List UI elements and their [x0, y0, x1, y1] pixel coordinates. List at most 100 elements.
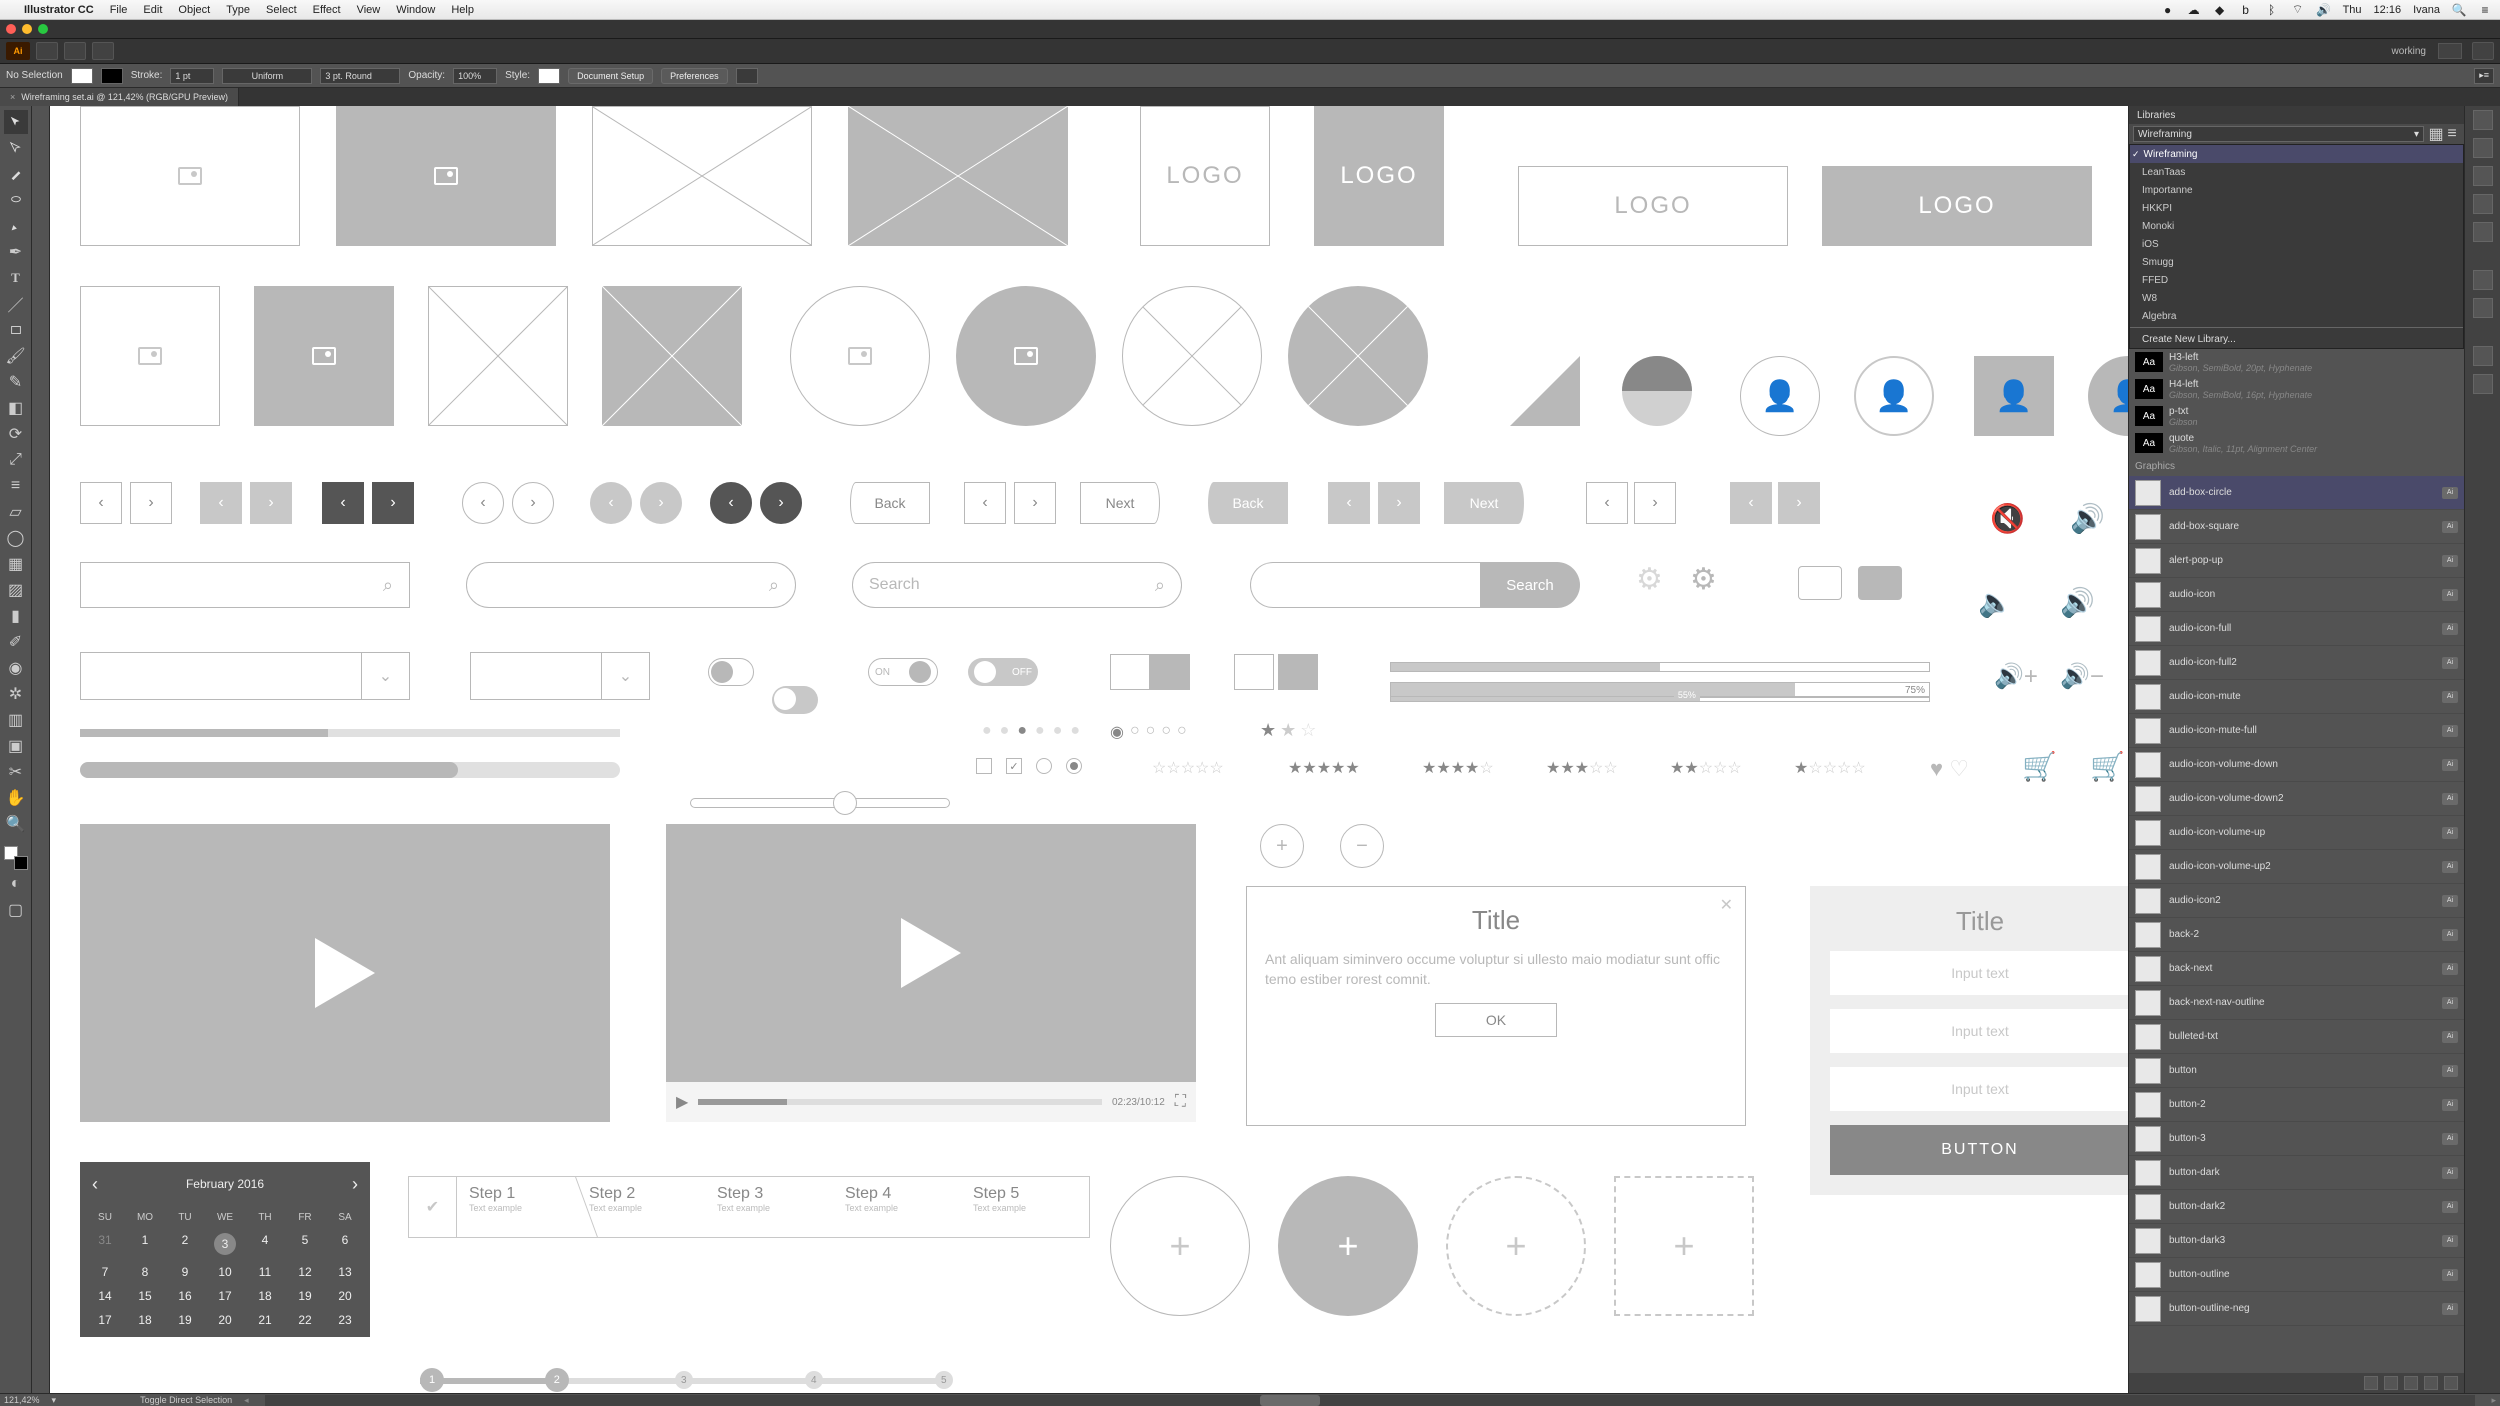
bridge-button[interactable] [36, 42, 58, 60]
zoom-tool[interactable]: 🔍 [4, 812, 28, 836]
pen-tool[interactable] [4, 214, 28, 238]
gpu-preview-button[interactable] [92, 42, 114, 60]
graphic-row[interactable]: button-dark2Ai [2129, 1190, 2464, 1224]
library-option[interactable]: Monoki [2130, 217, 2463, 235]
library-option[interactable]: Importanne [2130, 181, 2463, 199]
status-time[interactable]: 12:16 [2374, 4, 2402, 16]
column-graph-tool[interactable]: ▥ [4, 708, 28, 732]
menu-select[interactable]: Select [266, 4, 297, 16]
close-window-button[interactable] [6, 24, 16, 34]
spotlight-icon[interactable]: 🔍 [2452, 3, 2466, 17]
rail-layers-button[interactable] [2473, 346, 2493, 366]
lib-add-button[interactable] [2424, 1376, 2438, 1390]
status-volume-icon[interactable]: 🔊 [2317, 3, 2331, 17]
status-cloud-icon[interactable]: ☁ [2187, 3, 2201, 17]
libraries-tab[interactable]: Libraries [2129, 106, 2464, 124]
gradient-tool[interactable]: ▮ [4, 604, 28, 628]
graphic-row[interactable]: audio-icon-muteAi [2129, 680, 2464, 714]
line-tool[interactable]: ／ [4, 292, 28, 316]
shape-builder-tool[interactable]: ◯ [4, 526, 28, 550]
preferences-button[interactable]: Preferences [661, 68, 728, 84]
graphic-row[interactable]: buttonAi [2129, 1054, 2464, 1088]
list-view-button[interactable]: ≡ [2444, 126, 2460, 142]
minimize-window-button[interactable] [22, 24, 32, 34]
grid-view-button[interactable]: ▦ [2428, 126, 2444, 142]
stroke-weight-field[interactable]: 1 pt [170, 68, 214, 84]
graphic-row[interactable]: button-3Ai [2129, 1122, 2464, 1156]
lib-delete-button[interactable] [2444, 1376, 2458, 1390]
stroke-color-swatch[interactable] [14, 856, 28, 870]
fill-swatch[interactable] [71, 68, 93, 84]
opacity-field[interactable]: 100% [453, 68, 497, 84]
brush-select[interactable]: 3 pt. Round [320, 68, 400, 84]
graphic-style-swatch[interactable] [538, 68, 560, 84]
eraser-tool[interactable]: ◧ [4, 396, 28, 420]
library-option[interactable]: HKKPI [2130, 199, 2463, 217]
align-to-select[interactable] [736, 68, 758, 84]
graphic-row[interactable]: back-next-nav-outlineAi [2129, 986, 2464, 1020]
graphic-row[interactable]: audio-icon-mute-fullAi [2129, 714, 2464, 748]
blend-tool[interactable]: ◉ [4, 656, 28, 680]
status-day[interactable]: Thu [2343, 4, 2362, 16]
graphic-row[interactable]: add-box-squareAi [2129, 510, 2464, 544]
stroke-swatch[interactable] [101, 68, 123, 84]
graphic-row[interactable]: alert-pop-upAi [2129, 544, 2464, 578]
graphic-row[interactable]: audio-icon-volume-up2Ai [2129, 850, 2464, 884]
menu-type[interactable]: Type [226, 4, 250, 16]
fullscreen-window-button[interactable] [38, 24, 48, 34]
search-toolbar-button[interactable] [2472, 42, 2494, 60]
rail-artboards-button[interactable] [2473, 374, 2493, 394]
char-style-row[interactable]: Aap-txtGibson [2129, 403, 2464, 430]
status-evernote-icon[interactable]: ● [2161, 3, 2175, 17]
graphic-row[interactable]: audio-icon-full2Ai [2129, 646, 2464, 680]
stroke-profile-select[interactable]: Uniform [222, 68, 312, 84]
graphic-row[interactable]: audio-icon-fullAi [2129, 612, 2464, 646]
screen-mode-button[interactable]: ▢ [4, 898, 28, 922]
library-option[interactable]: Wireframing [2130, 145, 2463, 163]
control-bar-menu-button[interactable]: ▸≡ [2474, 68, 2494, 84]
rail-stroke-button[interactable] [2473, 166, 2493, 186]
document-tab[interactable]: × Wireframing set.ai @ 121,42% (RGB/GPU … [0, 88, 239, 106]
library-selector[interactable]: Wireframing▾ [2133, 126, 2424, 142]
graphic-row[interactable]: add-box-circleAi [2129, 476, 2464, 510]
lib-foot-btn-3[interactable] [2404, 1376, 2418, 1390]
library-option[interactable]: LeanTaas [2130, 163, 2463, 181]
graphic-row[interactable]: button-darkAi [2129, 1156, 2464, 1190]
graphic-row[interactable]: audio-icon-volume-upAi [2129, 816, 2464, 850]
menu-window[interactable]: Window [396, 4, 435, 16]
char-style-row[interactable]: AaquoteGibson, Italic, 11pt, Alignment C… [2129, 430, 2464, 457]
workspace-menu-button[interactable] [2438, 43, 2462, 59]
library-option[interactable]: FFED [2130, 271, 2463, 289]
rail-color-button[interactable] [2473, 110, 2493, 130]
symbol-sprayer-tool[interactable]: ✲ [4, 682, 28, 706]
document-setup-button[interactable]: Document Setup [568, 68, 653, 84]
rail-graphic-styles-button[interactable] [2473, 298, 2493, 318]
slice-tool[interactable]: ✂ [4, 760, 28, 784]
mesh-tool[interactable]: ▨ [4, 578, 28, 602]
artboard-tool[interactable]: ▣ [4, 734, 28, 758]
graphic-row[interactable]: audio-icon-volume-downAi [2129, 748, 2464, 782]
workspace-switcher[interactable]: working [2392, 46, 2432, 57]
hand-tool[interactable]: ✋ [4, 786, 28, 810]
menu-view[interactable]: View [357, 4, 381, 16]
draw-mode-button[interactable]: ◐ [4, 872, 28, 896]
close-tab-icon[interactable]: × [10, 92, 15, 102]
arrange-docs-button[interactable] [64, 42, 86, 60]
menu-file[interactable]: File [110, 4, 128, 16]
graphic-row[interactable]: audio-iconAi [2129, 578, 2464, 612]
library-option[interactable]: Algebra [2130, 307, 2463, 325]
graphic-row[interactable]: back-nextAi [2129, 952, 2464, 986]
graphic-row[interactable]: bulleted-txtAi [2129, 1020, 2464, 1054]
zoom-readout[interactable]: 121,42% [4, 1395, 40, 1405]
library-option[interactable]: W8 [2130, 289, 2463, 307]
status-bluetooth-icon[interactable]: ᛒ [2265, 3, 2279, 17]
char-style-row[interactable]: AaH3-leftGibson, SemiBold, 20pt, Hyphena… [2129, 349, 2464, 376]
status-wifi-icon[interactable]: ⌔ [2291, 3, 2305, 17]
status-dropbox-icon[interactable]: ◆ [2213, 3, 2227, 17]
free-transform-tool[interactable]: ▱ [4, 500, 28, 524]
fill-stroke-control[interactable] [4, 846, 28, 870]
rail-transparency-button[interactable] [2473, 222, 2493, 242]
perspective-tool[interactable]: ▦ [4, 552, 28, 576]
canvas-area[interactable]: LOGO LOGO LOGO LOGO 👤 👤 👤 👤 ‹ › ‹ › [32, 106, 2128, 1393]
library-option[interactable]: Smugg [2130, 253, 2463, 271]
